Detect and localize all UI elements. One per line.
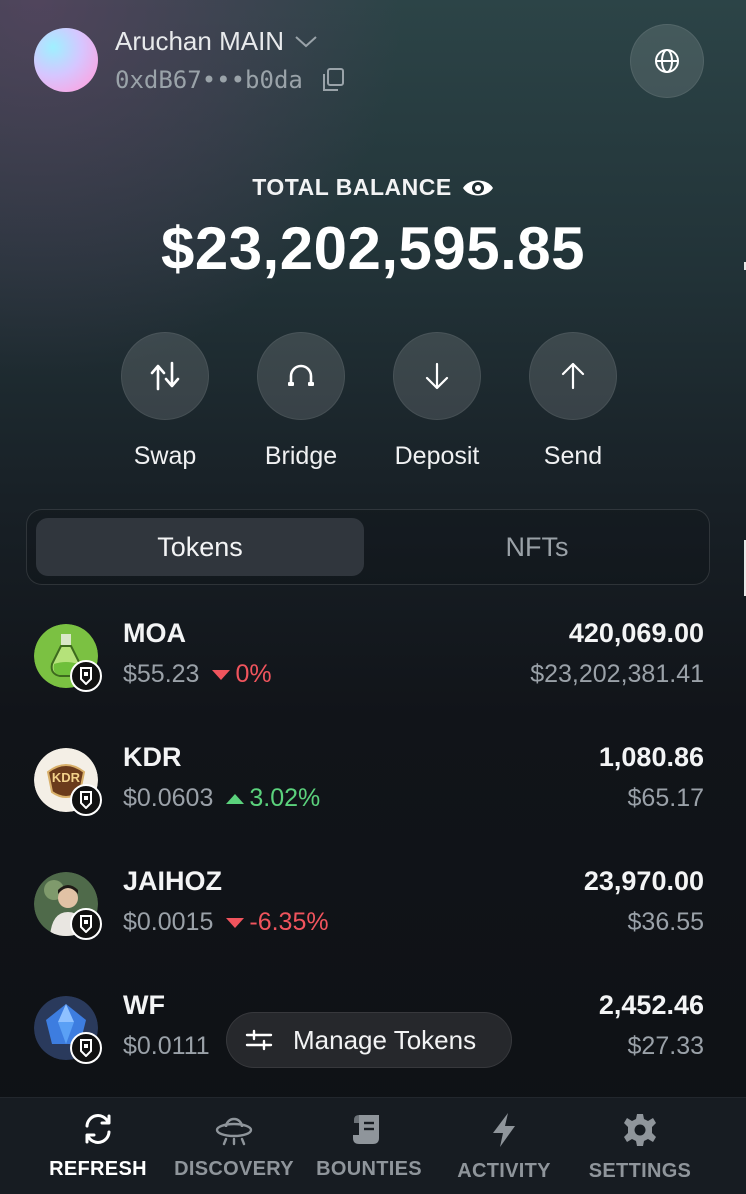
account-header: Aruchan MAIN 0xdB67•••b0da xyxy=(34,24,704,98)
kdr-logo-text: KDR xyxy=(52,770,81,785)
bridge-button[interactable]: Bridge xyxy=(240,332,362,471)
refresh-icon xyxy=(85,1114,111,1144)
nav-bounties[interactable]: BOUNTIES xyxy=(299,1112,439,1181)
token-price: $0.0111 xyxy=(123,1032,210,1060)
bottom-nav: REFRESH DISCOVERY BOUNTIES ACTIVITY SETT… xyxy=(0,1097,746,1194)
ronin-icon xyxy=(80,791,92,809)
token-change-value: -6.35% xyxy=(249,908,329,936)
nav-label: ACTIVITY xyxy=(457,1160,551,1182)
token-amount: 23,970.00 xyxy=(583,866,704,896)
chain-badge xyxy=(70,784,102,816)
ronin-icon xyxy=(80,1039,92,1057)
ufo-icon xyxy=(215,1117,253,1146)
chevron-down-icon xyxy=(295,35,317,47)
globe-icon xyxy=(655,49,679,73)
manage-tokens-label: Manage Tokens xyxy=(293,1024,477,1055)
send-circle[interactable] xyxy=(529,332,617,420)
nav-label: REFRESH xyxy=(49,1158,147,1180)
token-change-value: 0% xyxy=(235,660,272,688)
swap-icon xyxy=(150,361,180,391)
bridge-label: Bridge xyxy=(264,442,338,470)
triangle-down-icon xyxy=(226,917,245,928)
action-row: Swap Bridge Deposit Send xyxy=(104,332,634,471)
token-row-kdr[interactable]: KDR KDR $0.0603 3.02% 1,080.86 $65.17 xyxy=(34,742,704,836)
swap-label: Swap xyxy=(133,442,197,470)
token-price-row: $0.0015 -6.35% xyxy=(123,908,329,937)
deposit-circle[interactable] xyxy=(393,332,481,420)
token-usd-value: $65.17 xyxy=(627,784,704,812)
token-symbol: WF xyxy=(123,990,165,1020)
token-price: $55.23 xyxy=(123,660,200,688)
network-button[interactable] xyxy=(630,24,704,98)
balance-label-row: TOTAL BALANCE xyxy=(0,174,746,201)
token-usd-value: $36.55 xyxy=(627,908,704,936)
token-symbol: KDR xyxy=(123,742,182,772)
token-amount: 2,452.46 xyxy=(598,990,704,1020)
token-row-jaihoz[interactable]: JAIHOZ $0.0015 -6.35% 23,970.00 $36.55 xyxy=(34,866,704,960)
token-symbol: MOA xyxy=(123,618,186,648)
tab-nfts[interactable]: NFTs xyxy=(373,518,701,576)
token-change: 3.02% xyxy=(225,784,320,813)
bridge-circle[interactable] xyxy=(257,332,345,420)
token-row-moa[interactable]: MOA $55.23 0% 420,069.00 $23,202,381.41 xyxy=(34,618,704,712)
chain-badge xyxy=(70,660,102,692)
account-selector[interactable]: Aruchan MAIN xyxy=(115,26,318,57)
token-symbol: JAIHOZ xyxy=(123,866,223,896)
eye-icon[interactable] xyxy=(462,177,494,199)
nav-label: DISCOVERY xyxy=(174,1158,294,1180)
token-amount: 420,069.00 xyxy=(568,618,704,648)
total-balance: $23,202,595.85 xyxy=(160,215,586,282)
swap-button[interactable]: Swap xyxy=(104,332,226,471)
nav-activity[interactable]: ACTIVITY xyxy=(434,1112,574,1183)
ronin-icon xyxy=(80,667,92,685)
copy-icon[interactable] xyxy=(321,67,345,93)
tab-tokens[interactable]: Tokens xyxy=(36,518,364,576)
nav-label: SETTINGS xyxy=(588,1160,692,1182)
arrow-up-icon xyxy=(561,362,585,390)
account-address: 0xdB67•••b0da xyxy=(115,66,303,94)
gear-icon xyxy=(624,1114,656,1146)
token-price-row: $55.23 0% xyxy=(123,660,272,689)
nav-refresh[interactable]: REFRESH xyxy=(28,1112,168,1181)
bridge-icon xyxy=(288,364,314,386)
sliders-icon xyxy=(245,1029,273,1051)
token-change: 0% xyxy=(211,660,272,689)
token-price-row: $0.0111 xyxy=(123,1032,210,1061)
token-price-row: $0.0603 3.02% xyxy=(123,784,320,813)
token-amount: 1,080.86 xyxy=(598,742,704,772)
ronin-icon xyxy=(80,915,92,933)
send-button[interactable]: Send xyxy=(512,332,634,471)
balance-label: TOTAL BALANCE xyxy=(252,174,452,200)
triangle-down-icon xyxy=(212,669,231,680)
chain-badge xyxy=(70,908,102,940)
token-change: -6.35% xyxy=(225,908,329,937)
deposit-label: Deposit xyxy=(394,442,480,470)
lightning-icon xyxy=(493,1113,515,1147)
triangle-up-icon xyxy=(226,793,245,804)
account-avatar[interactable] xyxy=(34,28,98,92)
asset-tabs: Tokens NFTs xyxy=(26,509,710,585)
token-change-value: 3.02% xyxy=(249,784,321,812)
token-price: $0.0015 xyxy=(123,908,214,936)
arrow-down-icon xyxy=(425,362,449,390)
account-name: Aruchan MAIN xyxy=(115,26,285,56)
nav-settings[interactable]: SETTINGS xyxy=(570,1112,710,1183)
nav-label: BOUNTIES xyxy=(316,1158,422,1180)
chain-badge xyxy=(70,1032,102,1064)
token-usd-value: $27.33 xyxy=(627,1032,704,1060)
nav-discovery[interactable]: DISCOVERY xyxy=(164,1112,304,1181)
swap-circle[interactable] xyxy=(121,332,209,420)
token-price: $0.0603 xyxy=(123,784,214,812)
deposit-button[interactable]: Deposit xyxy=(376,332,498,471)
token-usd-value: $23,202,381.41 xyxy=(530,660,704,688)
manage-tokens-button[interactable]: Manage Tokens xyxy=(226,1012,512,1068)
send-label: Send xyxy=(543,442,603,470)
scroll-icon xyxy=(353,1115,379,1144)
